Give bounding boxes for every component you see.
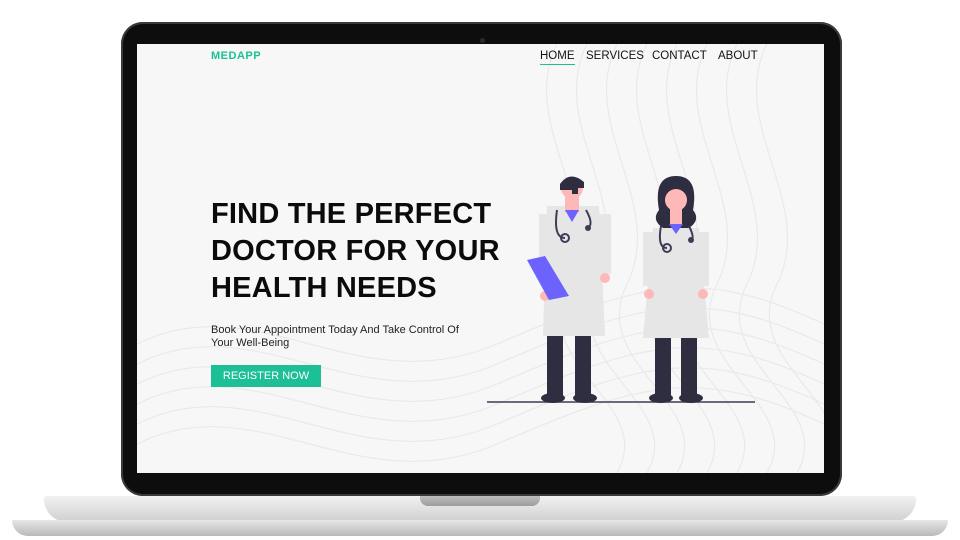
doctors-illustration	[487, 176, 755, 403]
brand-logo[interactable]: MEDAPP	[211, 50, 261, 62]
hero-subtext-line-1: Book Your Appointment Today And Take Con…	[211, 324, 459, 336]
laptop-base-bottom	[12, 520, 948, 536]
hero-headline-line-1: FIND THE PERFECT	[211, 198, 492, 230]
website-screen: MEDAPP HOME SERVICES CONTACT ABOUT FIND …	[137, 44, 824, 473]
hero-subtext-line-2: Your Well-Being	[211, 337, 290, 349]
nav-about[interactable]: ABOUT	[718, 50, 758, 62]
register-now-button[interactable]: REGISTER NOW	[211, 365, 321, 387]
nav-contact[interactable]: CONTACT	[652, 50, 707, 62]
male-doctor-figure	[527, 176, 611, 403]
nav-home[interactable]: HOME	[540, 50, 575, 65]
nav-services[interactable]: SERVICES	[586, 50, 644, 62]
laptop-hinge-notch	[420, 496, 540, 506]
webcam-icon	[480, 38, 485, 43]
hero-headline-line-3: HEALTH NEEDS	[211, 272, 437, 304]
hero-headline-line-2: DOCTOR FOR YOUR	[211, 235, 500, 267]
female-doctor-figure	[643, 176, 709, 403]
